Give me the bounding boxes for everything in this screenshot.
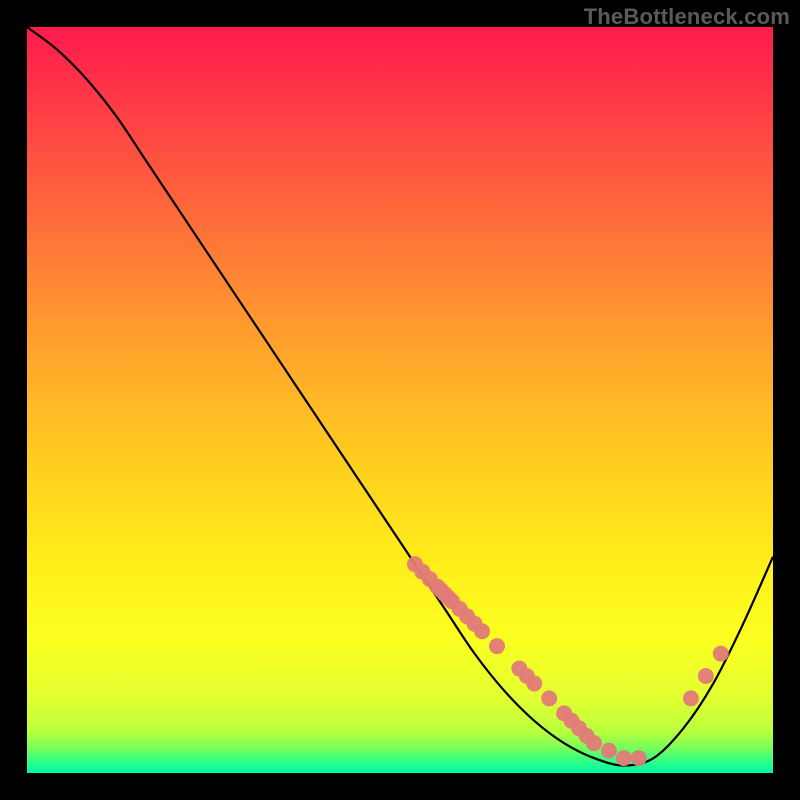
data-marker: [586, 735, 602, 751]
data-marker: [601, 743, 617, 759]
data-marker: [474, 623, 490, 639]
gradient-background: [27, 27, 773, 773]
data-marker: [683, 690, 699, 706]
chart-frame: TheBottleneck.com: [0, 0, 800, 800]
data-marker: [489, 638, 505, 654]
data-marker: [631, 750, 647, 766]
plot-area: [27, 27, 773, 773]
data-marker: [526, 675, 542, 691]
data-marker: [698, 668, 714, 684]
chart-svg: [27, 27, 773, 773]
data-marker: [713, 646, 729, 662]
data-marker: [541, 690, 557, 706]
data-marker: [616, 750, 632, 766]
watermark-label: TheBottleneck.com: [584, 4, 790, 30]
